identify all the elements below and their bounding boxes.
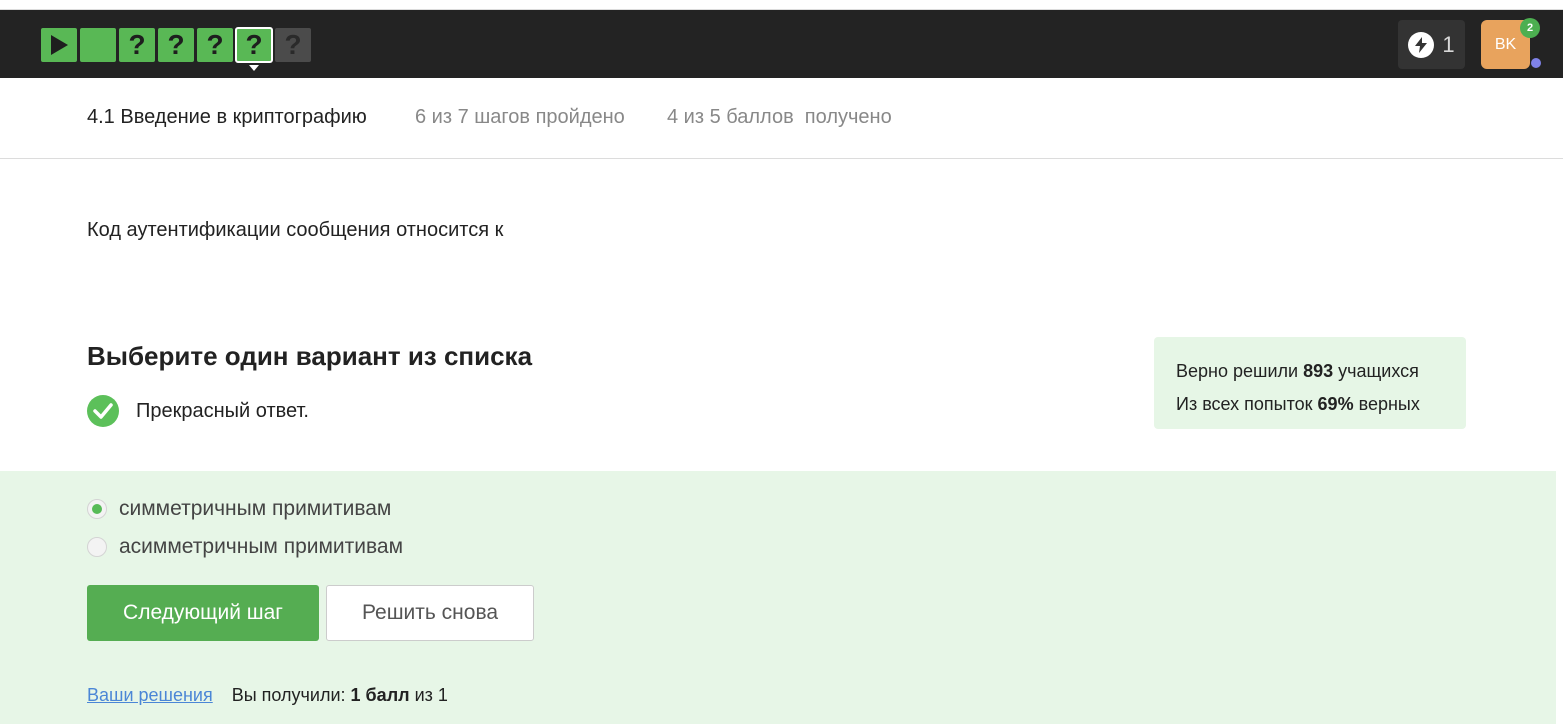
score-value: 1 балл bbox=[350, 685, 410, 705]
top-navigation-bar: ? ? ? ? ? bbox=[0, 10, 1563, 78]
step-7-quiz[interactable]: ? bbox=[275, 28, 311, 62]
window-top-strip bbox=[0, 0, 1563, 10]
solved-count: 893 bbox=[1303, 361, 1334, 381]
solve-stats-box: Верно решили 893 учащихся Из всех попыто… bbox=[1154, 337, 1466, 429]
option-asymmetric[interactable]: асимметричным примитивам bbox=[87, 535, 403, 559]
attempts-prefix: Из всех попыток bbox=[1176, 394, 1318, 414]
score-suffix: из 1 bbox=[409, 685, 448, 705]
answer-feedback: Прекрасный ответ. bbox=[87, 395, 309, 427]
play-icon bbox=[51, 35, 68, 55]
energy-button[interactable]: 1 bbox=[1398, 20, 1465, 69]
next-step-button[interactable]: Следующий шаг bbox=[87, 585, 319, 641]
attempts-percent: 69% bbox=[1317, 394, 1354, 414]
radio-dot bbox=[92, 504, 102, 514]
retry-button[interactable]: Решить снова bbox=[326, 585, 534, 641]
score-prefix: Вы получили: bbox=[231, 685, 351, 705]
solved-suffix: учащихся bbox=[1333, 361, 1419, 381]
step-2-text[interactable] bbox=[80, 28, 116, 62]
radio-unselected[interactable] bbox=[87, 537, 107, 557]
your-solutions-link[interactable]: Ваши решения bbox=[87, 685, 213, 706]
score-text: Вы получили: 1 балл из 1 bbox=[232, 685, 448, 706]
option-label: симметричным примитивам bbox=[119, 497, 392, 520]
radio-selected[interactable] bbox=[87, 499, 107, 519]
page-scrollbar[interactable] bbox=[1556, 471, 1563, 724]
lesson-step-progress: ? ? ? ? ? bbox=[41, 27, 311, 71]
energy-count: 1 bbox=[1442, 31, 1455, 57]
submission-footer: Ваши решения Вы получили: 1 балл из 1 bbox=[87, 685, 448, 706]
quiz-instruction: Выберите один вариант из списка bbox=[87, 341, 533, 371]
attempts-suffix: верных bbox=[1353, 394, 1420, 414]
option-label: асимметричным примитивам bbox=[119, 535, 404, 558]
solved-stat: Верно решили 893 учащихся bbox=[1176, 355, 1466, 388]
step-5-quiz[interactable]: ? bbox=[197, 28, 233, 62]
notification-badge[interactable]: 2 bbox=[1520, 18, 1540, 38]
step-1-video[interactable] bbox=[41, 28, 77, 62]
checkmark-circle-icon bbox=[87, 395, 119, 427]
step-6-quiz-current[interactable]: ? bbox=[235, 27, 273, 71]
lesson-title[interactable]: 4.1 Введение в криптографию bbox=[87, 106, 367, 129]
online-status-dot bbox=[1531, 58, 1541, 68]
step-3-quiz[interactable]: ? bbox=[119, 28, 155, 62]
lightning-icon bbox=[1408, 31, 1435, 58]
question-text: Код аутентификации сообщения относится к bbox=[87, 219, 504, 241]
solved-prefix: Верно решили bbox=[1176, 361, 1304, 381]
option-symmetric[interactable]: симметричным примитивам bbox=[87, 497, 391, 521]
step-4-quiz[interactable]: ? bbox=[158, 28, 194, 62]
lesson-info-bar: 4.1 Введение в криптографию 6 из 7 шагов… bbox=[0, 78, 1563, 159]
feedback-text: Прекрасный ответ. bbox=[136, 399, 309, 422]
attempts-stat: Из всех попыток 69% верных bbox=[1176, 388, 1466, 421]
lesson-points-progress: 4 из 5 баллов получено bbox=[667, 106, 892, 128]
lesson-steps-progress: 6 из 7 шагов пройдено bbox=[415, 106, 625, 128]
